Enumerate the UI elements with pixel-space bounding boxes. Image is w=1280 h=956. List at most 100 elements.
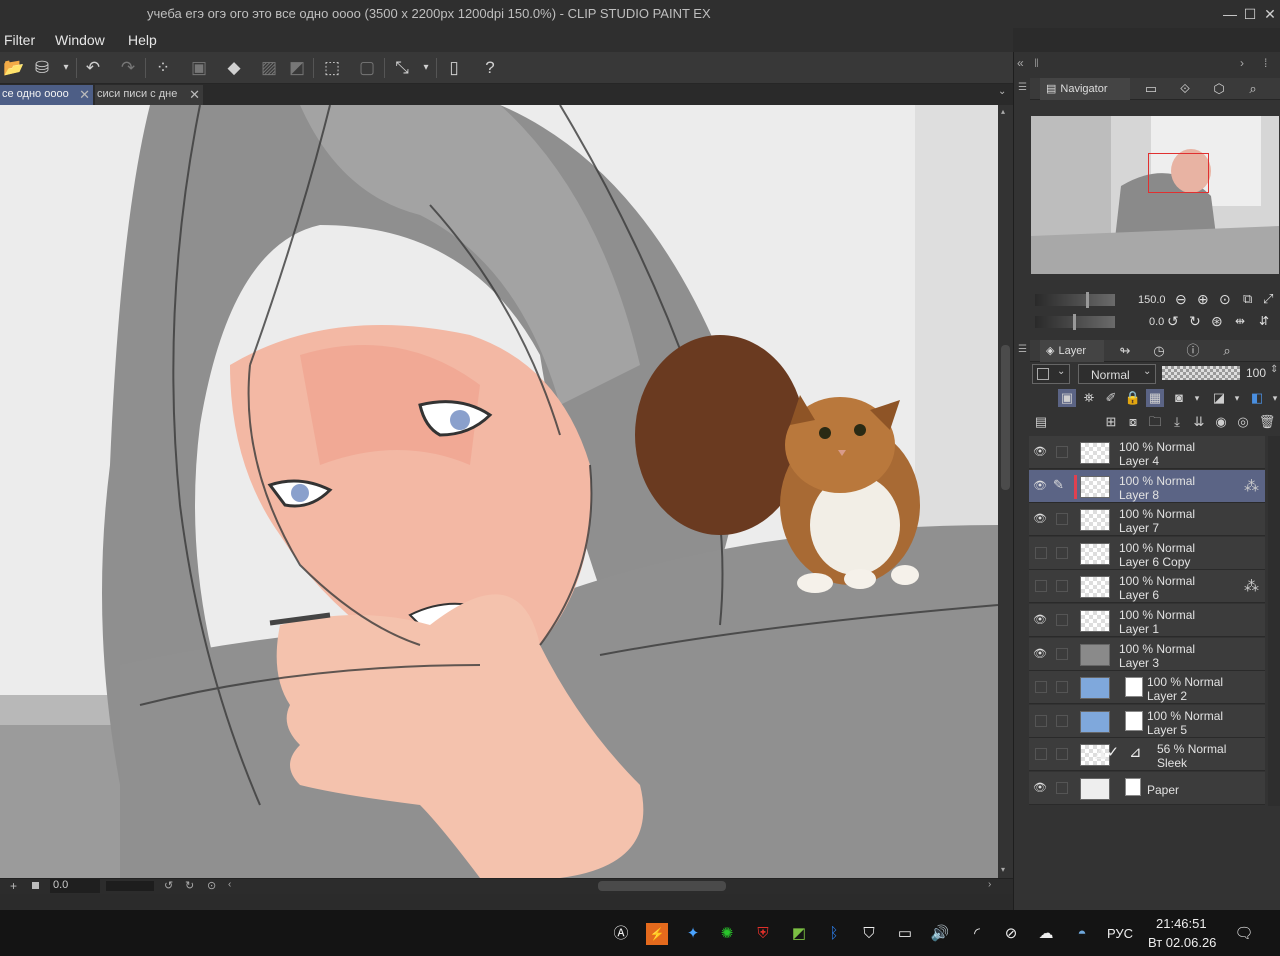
layer-color-dropdown[interactable]: ⌄ [1032,364,1070,384]
expand-selection-icon[interactable]: ◩ [285,56,309,80]
history-icon[interactable]: ◷ [1150,342,1168,360]
eye-icon[interactable]: 👁 [1033,479,1047,493]
panel-menu-icon[interactable]: ☰ [1018,82,1027,93]
blend-mode-select[interactable]: Normal ⌄ [1078,364,1156,384]
canvas-area[interactable] [0,105,998,878]
layer-row[interactable]: 100 % Normal Layer 2 [1029,671,1265,704]
layer-thumbnail[interactable] [1080,476,1110,498]
fill-icon[interactable]: ◆ [222,56,246,80]
stop-icon[interactable] [32,882,39,889]
maximize-button[interactable]: ☐ [1240,4,1260,24]
security-icon[interactable]: ⛉ [858,923,880,945]
layer-lock-box[interactable] [1056,782,1068,794]
zoom-out-icon[interactable]: ⊖ [1175,291,1187,308]
layer-thumbnail[interactable] [1080,543,1110,565]
navigator-preview[interactable] [1031,116,1279,274]
help-icon[interactable]: ? [478,56,502,80]
layer-row[interactable]: 100 % Normal Layer 5 [1029,705,1265,738]
layer-row[interactable]: 👁 100 % Normal Layer 3 [1029,638,1265,671]
eye-icon[interactable]: 👁 [1033,647,1047,661]
create-mask-icon[interactable]: ◉ [1212,413,1230,431]
combine-down-icon[interactable]: ⇊ [1190,413,1208,431]
redo-icon[interactable]: ↷ [116,56,140,80]
apply-mask-icon[interactable]: ◎ [1234,413,1252,431]
layer-property-icon[interactable]: ⓘ [1184,342,1202,360]
app-tray-icon[interactable]: ⚡ [646,923,668,945]
eye-icon[interactable]: 👁 [1033,781,1047,795]
layer-lock-box[interactable] [1056,748,1068,760]
flip-vertical-icon[interactable]: ⇵ [1259,314,1269,328]
chevron-down-icon[interactable]: ▾ [414,56,438,80]
layer-thumbnail[interactable] [1080,677,1110,699]
rotate-right-icon[interactable]: ↻ [1189,313,1201,330]
layer-lock-box[interactable] [1056,681,1068,693]
invert-selection-icon[interactable]: ▨ [257,56,281,80]
crop-selection-icon[interactable]: ▣ [187,56,211,80]
chevron-down-icon[interactable]: ⌄ [998,86,1006,97]
layer-row[interactable]: 👁 100 % Normal Layer 1 [1029,604,1265,637]
tab-layer[interactable]: ◈ Layer [1040,340,1104,362]
opacity-stepper-icon[interactable]: ⇕ [1270,364,1278,375]
selection-tool-icon[interactable]: ⤡ [390,56,414,80]
opacity-slider[interactable] [1162,366,1240,380]
layer-scrollbar[interactable] [1268,436,1280,806]
close-window-button[interactable]: ✕ [1260,4,1280,24]
layer-lock-box[interactable] [1056,446,1068,458]
clear-selection-icon[interactable]: ⁘ [151,56,175,80]
item-bank-icon[interactable]: ⟐ [1176,80,1194,98]
network-off-icon[interactable]: ⊘ [1000,923,1022,945]
layer-lock-box[interactable] [1056,580,1068,592]
volume-icon[interactable]: 🔊 [929,923,951,945]
tab-document-2[interactable]: сиси писи с дне ✕ [95,85,203,105]
vertical-scrollbar[interactable]: ▴ ▾ [998,105,1013,878]
layer-row[interactable]: 👁 ✎ 100 % Normal Layer 8 ⁂ [1029,470,1265,503]
chevron-down-icon[interactable]: ▾ [1188,389,1206,407]
reset-rotation-icon[interactable]: ⊙ [207,879,216,892]
navigator-viewport-frame[interactable] [1148,153,1209,193]
zoom-in-icon[interactable]: + [10,879,17,893]
wifi-icon[interactable]: ◜ [966,923,988,945]
transfer-down-icon[interactable]: ⤓ [1168,413,1186,431]
new-folder-icon[interactable]: 🗀 [1146,413,1164,431]
close-icon[interactable]: ✕ [79,85,90,104]
reset-rotation-icon[interactable]: ⊛ [1211,313,1223,330]
material-icon[interactable]: ⬡ [1210,80,1228,98]
layer-row[interactable]: 100 % Normal Layer 6 Copy [1029,537,1265,570]
eye-icon[interactable] [1035,547,1047,559]
open-file-icon[interactable]: 📂 [2,56,26,80]
app-a-icon[interactable]: Ⓐ [610,923,632,945]
eye-icon[interactable] [1035,748,1047,760]
zoom-in-icon[interactable]: ⊕ [1197,291,1209,308]
scroll-left-icon[interactable]: ‹ [228,879,231,890]
nvidia-icon[interactable]: ◩ [788,923,810,945]
clock-time[interactable]: 21:46:51 [1156,916,1207,931]
layer-color-icon[interactable]: ◧ [1248,389,1266,407]
undo-icon[interactable]: ↶ [81,56,105,80]
opacity-value[interactable]: 100 [1246,366,1266,380]
bluetooth-icon[interactable]: ᛒ [823,923,845,945]
scroll-right-icon[interactable]: › [988,879,991,890]
rotation-slider-handle[interactable] [1073,314,1076,330]
eye-icon[interactable]: 👁 [1033,613,1047,627]
transform-icon[interactable]: ⬚ [320,56,344,80]
layer-row[interactable]: ◮✓ ⊿ 56 % Normal Sleek [1029,738,1265,771]
layer-lock-box[interactable] [1056,513,1068,525]
zoom-slider[interactable] [1035,294,1115,306]
ruler-icon[interactable]: ◪ [1210,389,1228,407]
grip-icon[interactable]: ‖ [1034,56,1039,70]
app-tray-icon[interactable]: ✺ [716,923,738,945]
rotate-left-icon[interactable]: ↺ [1167,313,1179,330]
collapse-right-icon[interactable]: › [1240,56,1244,70]
tab-navigator[interactable]: ▤ Navigator [1040,78,1130,100]
mask-icon[interactable]: ◙ [1170,389,1188,407]
menu-window[interactable]: Window [55,32,105,48]
layer-thumbnail[interactable] [1080,778,1110,800]
layer-mask-thumbnail[interactable] [1125,677,1143,697]
notification-icon[interactable]: 🗨 [1233,923,1255,945]
battery-icon[interactable]: ▭ [894,923,916,945]
eye-icon[interactable]: 👁 [1033,445,1047,459]
layer-row[interactable]: 👁 100 % Normal Layer 7 [1029,503,1265,536]
eye-icon[interactable] [1035,715,1047,727]
rotate-right-icon[interactable]: ↻ [185,879,194,892]
scroll-down-icon[interactable]: ▾ [1001,865,1005,874]
